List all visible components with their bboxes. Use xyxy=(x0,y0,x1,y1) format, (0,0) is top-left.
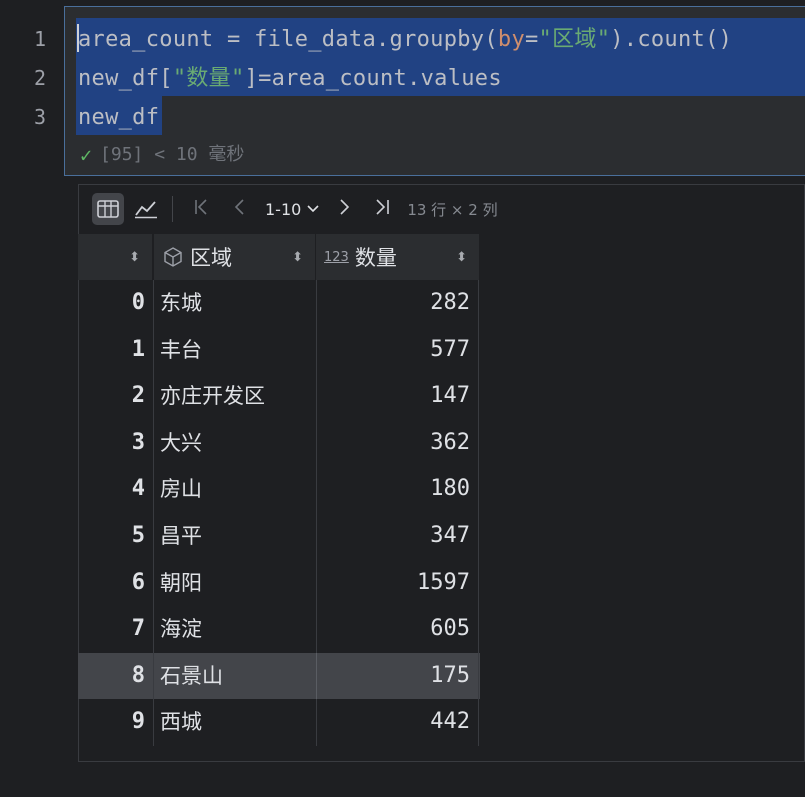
count-cell[interactable]: 180 xyxy=(316,466,479,513)
code-line[interactable]: area_count = file_data.groupby(by="区域").… xyxy=(78,20,732,59)
table-row[interactable]: 5 昌平 347 xyxy=(78,512,480,560)
row-index[interactable]: 3 xyxy=(78,420,153,467)
row-index[interactable]: 0 xyxy=(78,280,153,327)
sort-icon[interactable]: ⬍ xyxy=(292,250,303,265)
numeric-type-icon: 123 xyxy=(324,249,349,265)
area-cell[interactable]: 东城 xyxy=(153,280,316,327)
code-token: = xyxy=(525,27,539,52)
table-row[interactable]: 7 海淀 605 xyxy=(78,606,480,653)
count-cell[interactable]: 577 xyxy=(316,326,479,374)
row-index[interactable]: 4 xyxy=(78,466,153,513)
table-body: 0 东城 282 1 丰台 577 2 亦庄开发区 147 3 大兴 362 4 房山 180 5 昌平 347 6… xyxy=(78,280,480,746)
sort-icon[interactable]: ⬍ xyxy=(456,250,467,265)
prev-page-icon[interactable] xyxy=(221,197,259,221)
dataframe-table: ⬍ 区域 ⬍ 123 数量 ⬍ 0 东城 282 1 丰台 577 2 亦庄开发区 147 3 大兴… xyxy=(78,234,480,746)
table-view-icon[interactable] xyxy=(92,193,124,225)
row-index[interactable]: 5 xyxy=(78,513,153,560)
code-line[interactable]: new_df xyxy=(78,98,159,137)
area-cell[interactable]: 石景山 xyxy=(153,652,316,700)
table-row[interactable]: 6 朝阳 1597 xyxy=(78,559,480,607)
table-row[interactable]: 8 石景山 175 xyxy=(78,652,480,700)
count-cell[interactable]: 175 xyxy=(316,652,479,700)
row-index[interactable]: 6 xyxy=(78,560,153,607)
code-line[interactable]: new_df["数量"]=area_count.values xyxy=(78,59,502,98)
area-cell[interactable]: 朝阳 xyxy=(153,559,316,607)
area-cell[interactable]: 房山 xyxy=(153,466,316,513)
row-index[interactable]: 9 xyxy=(78,699,153,746)
count-cell[interactable]: 282 xyxy=(316,280,479,327)
toolbar-divider xyxy=(172,196,173,222)
check-icon: ✓ xyxy=(80,143,93,167)
table-row[interactable]: 3 大兴 362 xyxy=(78,419,480,467)
execution-time: [95] < 10 毫秒 xyxy=(100,144,245,165)
next-page-icon[interactable] xyxy=(325,197,363,221)
page-range-label: 1-10 xyxy=(265,199,302,219)
line-number: 2 xyxy=(33,66,46,90)
count-cell[interactable]: 1597 xyxy=(316,559,479,607)
row-index[interactable]: 2 xyxy=(78,373,153,420)
area-cell[interactable]: 海淀 xyxy=(153,606,316,653)
code-token: ).count() xyxy=(610,27,733,52)
index-column-header[interactable]: ⬍ xyxy=(78,234,153,280)
area-cell[interactable]: 丰台 xyxy=(153,326,316,374)
table-row[interactable]: 2 亦庄开发区 147 xyxy=(78,373,480,420)
area-cell[interactable]: 西城 xyxy=(153,699,316,746)
code-token: "区域" xyxy=(538,27,611,52)
table-row[interactable]: 1 丰台 577 xyxy=(78,326,480,374)
table-row[interactable]: 4 房山 180 xyxy=(78,466,480,513)
count-cell[interactable]: 362 xyxy=(316,419,479,467)
code-token: new_df[ xyxy=(78,66,173,91)
sort-icon[interactable]: ⬍ xyxy=(129,250,140,265)
code-token: "数量" xyxy=(172,66,245,91)
table-row[interactable]: 9 西城 442 xyxy=(78,699,480,746)
row-index[interactable]: 8 xyxy=(78,653,153,700)
table-header: ⬍ 区域 ⬍ 123 数量 ⬍ xyxy=(78,234,480,280)
row-index[interactable]: 1 xyxy=(78,327,153,374)
chevron-down-icon xyxy=(307,205,319,213)
column-header-label: 区域 xyxy=(190,246,232,270)
line-gutter: 1 2 3 xyxy=(0,0,64,797)
area-cell[interactable]: 昌平 xyxy=(153,512,316,560)
code-token: by xyxy=(497,27,525,52)
first-page-icon[interactable] xyxy=(183,197,221,221)
page-range-select[interactable]: 1-10 xyxy=(265,200,319,219)
execution-status: ✓ [95] < 10 毫秒 xyxy=(80,142,244,168)
count-cell[interactable]: 442 xyxy=(316,699,479,746)
chart-view-icon[interactable] xyxy=(130,193,162,225)
text-caret xyxy=(77,24,79,52)
area-cell[interactable]: 大兴 xyxy=(153,419,316,467)
column-header-label: 数量 xyxy=(354,246,397,270)
line-number: 1 xyxy=(33,27,46,51)
count-cell[interactable]: 347 xyxy=(316,512,479,560)
output-toolbar: 1-10 13 行 × 2 列 xyxy=(78,186,805,232)
code-token: ]=area_count.values xyxy=(244,66,502,91)
count-cell[interactable]: 147 xyxy=(316,373,479,420)
column-header-count[interactable]: 123 数量 ⬍ xyxy=(316,234,480,280)
column-header-area[interactable]: 区域 ⬍ xyxy=(153,234,316,280)
cube-icon xyxy=(164,247,182,267)
last-page-icon[interactable] xyxy=(363,197,401,221)
count-cell[interactable]: 605 xyxy=(316,606,479,653)
code-token: new_df xyxy=(78,105,160,130)
area-cell[interactable]: 亦庄开发区 xyxy=(153,373,316,420)
table-row[interactable]: 0 东城 282 xyxy=(78,280,480,327)
line-number: 3 xyxy=(33,105,46,129)
row-index[interactable]: 7 xyxy=(78,606,153,653)
row-column-count: 13 行 × 2 列 xyxy=(407,200,498,219)
code-token: area_count = file_data.groupby( xyxy=(78,27,498,52)
